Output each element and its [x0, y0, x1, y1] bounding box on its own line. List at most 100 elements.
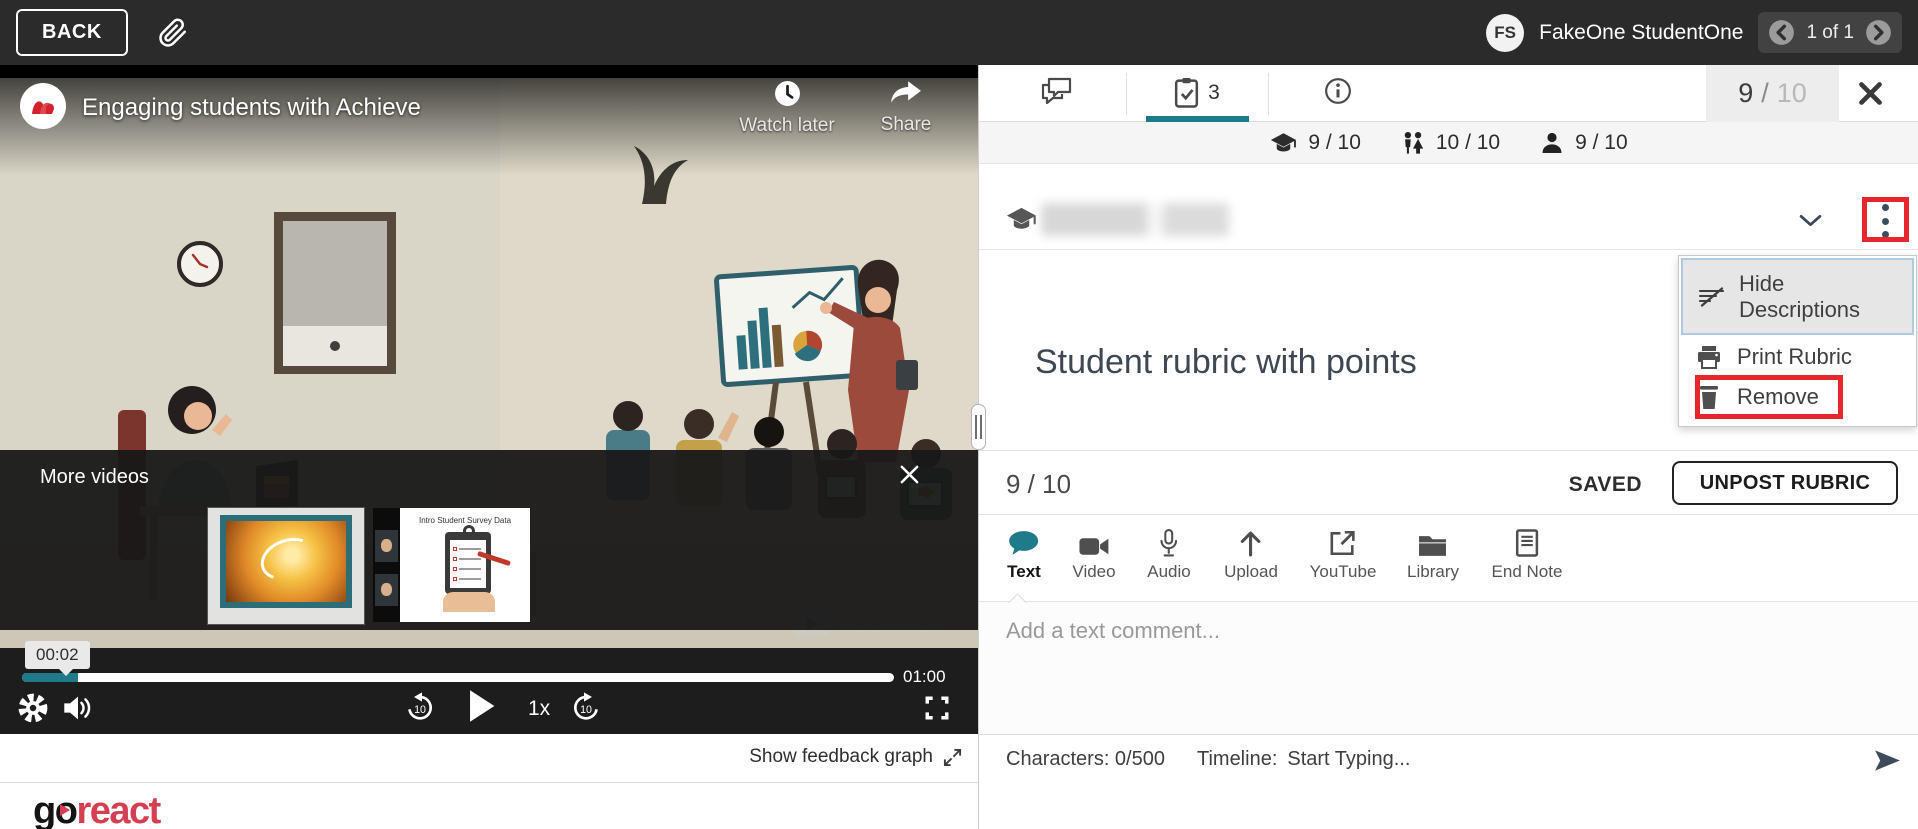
- rubric-collapse-button[interactable]: [1799, 214, 1822, 227]
- score-summary-bar: 9 / 10 10 / 10 9 / 10: [979, 122, 1918, 164]
- settings-button[interactable]: [18, 693, 48, 723]
- suggested-video-thumbnail-1[interactable]: [207, 507, 365, 625]
- toolbar-video-button[interactable]: Video: [1072, 525, 1116, 582]
- tab-info[interactable]: [1283, 77, 1393, 105]
- menu-item-label: Print Rubric: [1737, 344, 1852, 369]
- watch-later-label: Watch later: [739, 115, 835, 136]
- tab-rubric[interactable]: 3: [1142, 77, 1252, 108]
- rubric-header-row: [979, 164, 1918, 250]
- more-videos-close-button[interactable]: [898, 463, 921, 486]
- external-link-icon: [1310, 525, 1377, 557]
- thumbnail-title: Intro Student Survey Data: [418, 516, 512, 525]
- close-icon: [898, 463, 921, 486]
- menu-item-hide-descriptions[interactable]: Hide Descriptions: [1681, 258, 1914, 335]
- current-time-tooltip: 00:02: [25, 641, 90, 676]
- rubric-options-menu: Hide Descriptions Print Rubric Remove: [1678, 255, 1917, 427]
- toolbar-upload-button[interactable]: Upload: [1224, 525, 1278, 582]
- toolbar-audio-button[interactable]: Audio: [1147, 525, 1191, 582]
- fullscreen-button[interactable]: [924, 695, 950, 721]
- channel-avatar[interactable]: [20, 83, 66, 129]
- unpost-rubric-button[interactable]: UNPOST RUBRIC: [1672, 461, 1898, 505]
- volume-button[interactable]: [62, 693, 94, 723]
- timeline-hint: Start Typing...: [1287, 748, 1411, 770]
- instructor-score: 9 / 10: [1270, 131, 1361, 155]
- play-button[interactable]: [466, 689, 496, 723]
- logo-go: go: [33, 790, 78, 829]
- show-feedback-graph-link[interactable]: Show feedback graph: [749, 746, 962, 768]
- webcam-strip: [373, 508, 400, 622]
- share-button[interactable]: Share: [851, 80, 961, 136]
- tab-comments[interactable]: [1001, 77, 1111, 106]
- instructor-score-value: 9 / 10: [1308, 130, 1361, 154]
- comments-icon: [1041, 77, 1072, 106]
- video-player[interactable]: Engaging students with Achieve Watch lat…: [0, 65, 978, 734]
- panel-tab-bar: 3 9/10: [979, 65, 1918, 122]
- chevron-down-icon: [1799, 214, 1822, 227]
- toolbar-text-button[interactable]: Text: [1007, 525, 1041, 582]
- toolbar-youtube-upload-label: Upload: [1224, 562, 1278, 581]
- rubric-options-button[interactable]: [1872, 204, 1898, 238]
- toolbar-library-label: Library: [1407, 562, 1459, 581]
- printer-icon: [1681, 345, 1737, 369]
- send-comment-button[interactable]: [1874, 747, 1901, 774]
- menu-item-print-rubric[interactable]: Print Rubric: [1681, 338, 1914, 376]
- feedback-graph-label: Show feedback graph: [749, 746, 933, 767]
- more-videos-heading: More videos: [40, 466, 149, 488]
- microphone-icon: [1147, 525, 1190, 557]
- end-note-icon: [1492, 525, 1563, 557]
- watch-later-button[interactable]: Watch later: [732, 80, 842, 137]
- avatar: FS: [1486, 13, 1525, 52]
- kebab-dot: [1881, 231, 1889, 238]
- hide-descriptions-icon: [1683, 285, 1739, 309]
- speaker-icon: [62, 693, 94, 723]
- rubric-score: 9 / 10: [1006, 469, 1072, 499]
- student-pager: 1 of 1: [1758, 12, 1902, 53]
- close-icon: [1857, 80, 1884, 107]
- panel-close-button[interactable]: [1857, 80, 1884, 107]
- kebab-dot: [1881, 204, 1889, 211]
- toolbar-audio-label: Audio: [1147, 562, 1191, 581]
- panel-resize-handle[interactable]: [971, 404, 986, 450]
- peers-score-value: 10 / 10: [1435, 130, 1501, 154]
- menu-item-remove[interactable]: Remove: [1681, 376, 1914, 418]
- share-arrow-icon: [851, 80, 961, 106]
- previous-student-button[interactable]: [1768, 19, 1795, 46]
- rewind-10-icon: 10: [404, 691, 436, 723]
- share-label: Share: [880, 114, 932, 135]
- topbar-right: FS FakeOne StudentOne 1 of 1: [1486, 12, 1902, 53]
- gear-icon: [18, 693, 48, 723]
- toolbar-text-label: Text: [1007, 562, 1041, 581]
- rewind-10-button[interactable]: 10: [404, 691, 436, 723]
- back-button[interactable]: BACK: [16, 9, 128, 56]
- pager-label: 1 of 1: [1806, 21, 1854, 43]
- trash-icon: [1681, 385, 1737, 409]
- comment-toolbar: Text Video Audio Upload YouTube Library: [979, 515, 1918, 602]
- logo-react: react: [76, 790, 161, 829]
- info-icon: [1324, 77, 1352, 105]
- paperclip-icon: [158, 18, 188, 48]
- duration-label: 01:00: [903, 667, 946, 686]
- arrow-left-icon: [1768, 19, 1795, 46]
- toolbar-end-note-label: End Note: [1491, 562, 1563, 581]
- composer-status-row: Characters: 0/500 Timeline: Start Typing…: [979, 734, 1918, 784]
- playback-speed-button[interactable]: 1x: [528, 697, 550, 721]
- toolbar-youtube-label: YouTube: [1309, 562, 1377, 581]
- toolbar-end-note-button[interactable]: End Note: [1491, 525, 1563, 582]
- suggested-video-thumbnail-2[interactable]: Intro Student Survey Data: [373, 508, 530, 622]
- forward-10-button[interactable]: 10: [570, 691, 602, 723]
- next-student-button[interactable]: [1865, 19, 1892, 46]
- comment-composer: [979, 602, 1918, 734]
- send-icon: [1874, 747, 1901, 774]
- arrow-right-icon: [1865, 19, 1892, 46]
- video-camera-icon: [1072, 525, 1115, 557]
- folder-icon: [1407, 525, 1459, 557]
- tab-separator: [1126, 73, 1127, 115]
- toolbar-library-button[interactable]: Library: [1407, 525, 1459, 582]
- video-title[interactable]: Engaging students with Achieve: [82, 94, 421, 122]
- attachment-button[interactable]: [158, 18, 188, 48]
- seek-bar[interactable]: [22, 673, 894, 682]
- text-comment-input[interactable]: [1006, 618, 1866, 644]
- forward-10-icon: 10: [570, 691, 602, 723]
- sun-video-image: [220, 515, 352, 608]
- toolbar-youtube-button[interactable]: YouTube: [1309, 525, 1377, 582]
